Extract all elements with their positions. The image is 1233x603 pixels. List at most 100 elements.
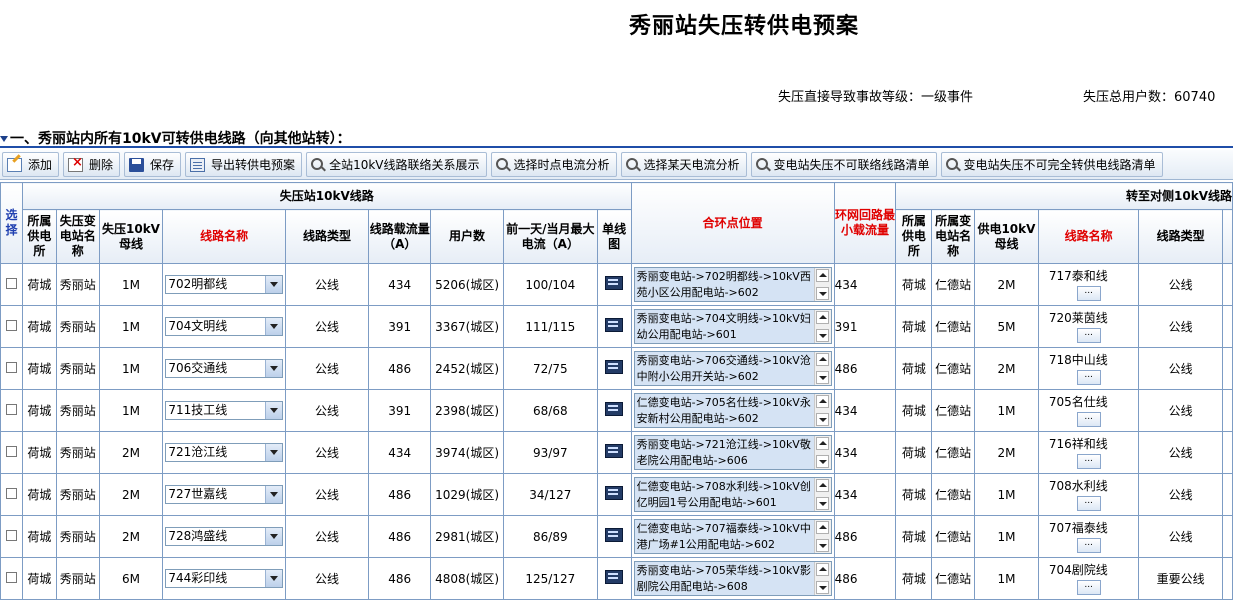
pick-line-button[interactable]: ... [1076,327,1101,343]
chevron-down-icon[interactable] [264,318,282,335]
diagram-icon[interactable] [605,402,624,416]
table-row: 荷城 秀丽站 1M 706交通线 公线 486 2452(城区) 72/75 秀丽变电站->70… [0,347,1233,390]
chevron-down-icon[interactable] [264,528,282,545]
line-name-select[interactable]: 706交通线 [165,359,283,378]
chevron-down-icon[interactable] [264,444,282,461]
chevron-down-icon[interactable] [264,486,282,503]
scrollbar[interactable] [813,394,831,427]
pick-line-button[interactable]: ... [1076,285,1101,301]
table-row: 荷城 秀丽站 1M 704文明线 公线 391 3367(城区) 111/115 秀丽变电站->… [0,305,1233,348]
scroll-down-icon[interactable] [815,329,829,342]
scroll-up-icon[interactable] [815,479,829,492]
scroll-up-icon[interactable] [815,521,829,534]
line-name-select[interactable]: 711技工线 [165,401,283,420]
min-capacity-cell: 486 [833,347,897,390]
table-row: 荷城 秀丽站 2M 727世嘉线 公线 486 1029(城区) 34/127 仁德变电站->7… [0,473,1233,516]
diagram-icon[interactable] [605,276,624,290]
diagram-icon[interactable] [605,444,624,458]
pick-line-button[interactable]: ... [1076,453,1101,469]
capacity-cell: 486 [368,515,432,558]
scroll-down-icon[interactable] [815,371,829,384]
toolbar-button-4[interactable]: 全站10kV线路联络关系展示 [306,152,487,177]
users-cell: 5206(城区) [430,263,504,306]
scroll-up-icon[interactable] [815,353,829,366]
ring-point-textarea[interactable]: 秀丽变电站->706交通线->10kV沧中附小公用开关站->602 [633,351,832,386]
extra-cell [1221,347,1233,390]
scrollbar[interactable] [813,268,831,301]
line-name-select[interactable]: 727世嘉线 [165,485,283,504]
ring-point-textarea[interactable]: 秀丽变电站->704文明线->10kV妇幼公用配电站->601 [633,309,832,344]
scroll-down-icon[interactable] [815,497,829,510]
scroll-down-icon[interactable] [815,413,829,426]
row-checkbox[interactable] [5,361,17,373]
r-supply-office-cell: 荷城 [895,347,933,390]
toolbar-button-2[interactable]: 保存 [124,152,182,177]
chevron-down-icon[interactable] [264,402,282,419]
toolbar-button-1[interactable]: 删除 [63,152,121,177]
diagram-icon[interactable] [605,486,624,500]
scrollbar[interactable] [813,436,831,469]
diagram-icon[interactable] [605,318,624,332]
scrollbar[interactable] [813,520,831,553]
toolbar-button-0[interactable]: 添加 [2,152,60,177]
ring-point-text: 仁德变电站->707福泰线->10kV中港广场#1公用配电站->602 [636,522,811,551]
diagram-icon[interactable] [605,570,624,584]
bus-cell: 1M [98,305,164,348]
scroll-up-icon[interactable] [815,269,829,282]
toolbar-button-3[interactable]: 导出转供电预案 [185,152,303,177]
bus-cell: 1M [98,389,164,432]
row-checkbox[interactable] [5,571,17,583]
chevron-down-icon[interactable] [264,570,282,587]
collapse-arrow-icon[interactable] [0,136,8,142]
pick-line-button[interactable]: ... [1076,537,1101,553]
scrollbar[interactable] [813,310,831,343]
chevron-down-icon[interactable] [264,360,282,377]
scroll-down-icon[interactable] [815,581,829,594]
ring-point-textarea[interactable]: 仁德变电站->707福泰线->10kV中港广场#1公用配电站->602 [633,519,832,554]
r-station-cell: 仁德站 [931,389,976,432]
ring-point-textarea[interactable]: 秀丽变电站->721沧江线->10kV敬老院公用配电站->606 [633,435,832,470]
r-line-type-cell: 公线 [1138,347,1223,390]
pick-line-button[interactable]: ... [1076,495,1101,511]
scroll-up-icon[interactable] [815,437,829,450]
row-checkbox[interactable] [5,277,17,289]
scrollbar[interactable] [813,352,831,385]
ring-point-textarea[interactable]: 仁德变电站->705名仕线->10kV永安新村公用配电站->602 [633,393,832,428]
pick-line-button[interactable]: ... [1076,579,1101,595]
row-checkbox[interactable] [5,445,17,457]
scroll-up-icon[interactable] [815,563,829,576]
toolbar-button-6[interactable]: 选择某天电流分析 [620,152,747,177]
line-name-select[interactable]: 744彩印线 [165,569,283,588]
toolbar-button-8[interactable]: 变电站失压不可完全转供电线路清单 [940,152,1163,177]
diagram-icon[interactable] [605,360,624,374]
scroll-up-icon[interactable] [815,395,829,408]
row-checkbox[interactable] [5,319,17,331]
line-name-select[interactable]: 702明都线 [165,275,283,294]
ring-point-textarea[interactable]: 秀丽变电站->702明都线->10kV西苑小区公用配电站->602 [633,267,832,302]
extra-cell [1221,473,1233,516]
scrollbar[interactable] [813,478,831,511]
search-icon [945,157,958,170]
toolbar-button-7[interactable]: 变电站失压不可联络线路清单 [750,152,937,177]
min-capacity-cell: 434 [833,431,897,474]
chevron-down-icon[interactable] [264,276,282,293]
row-checkbox[interactable] [5,529,17,541]
pick-line-button[interactable]: ... [1076,369,1101,385]
scroll-down-icon[interactable] [815,287,829,300]
line-name-select[interactable]: 704文明线 [165,317,283,336]
table-row: 荷城 秀丽站 6M 744彩印线 公线 486 4808(城区) 125/127 秀丽变电站->… [0,557,1233,600]
ring-point-textarea[interactable]: 秀丽变电站->705荣华线->10kV影剧院公用配电站->608 [633,561,832,596]
scroll-down-icon[interactable] [815,539,829,552]
r-bus-cell: 2M [974,347,1039,390]
line-name-select[interactable]: 721沧江线 [165,443,283,462]
ring-point-textarea[interactable]: 仁德变电站->708水利线->10kV创亿明园1号公用配电站->601 [633,477,832,512]
scrollbar[interactable] [813,562,831,595]
diagram-icon[interactable] [605,528,624,542]
row-checkbox[interactable] [5,487,17,499]
scroll-up-icon[interactable] [815,311,829,324]
row-checkbox[interactable] [5,403,17,415]
scroll-down-icon[interactable] [815,455,829,468]
pick-line-button[interactable]: ... [1076,411,1101,427]
toolbar-button-5[interactable]: 选择时点电流分析 [490,152,617,177]
line-name-select[interactable]: 728鸿盛线 [165,527,283,546]
